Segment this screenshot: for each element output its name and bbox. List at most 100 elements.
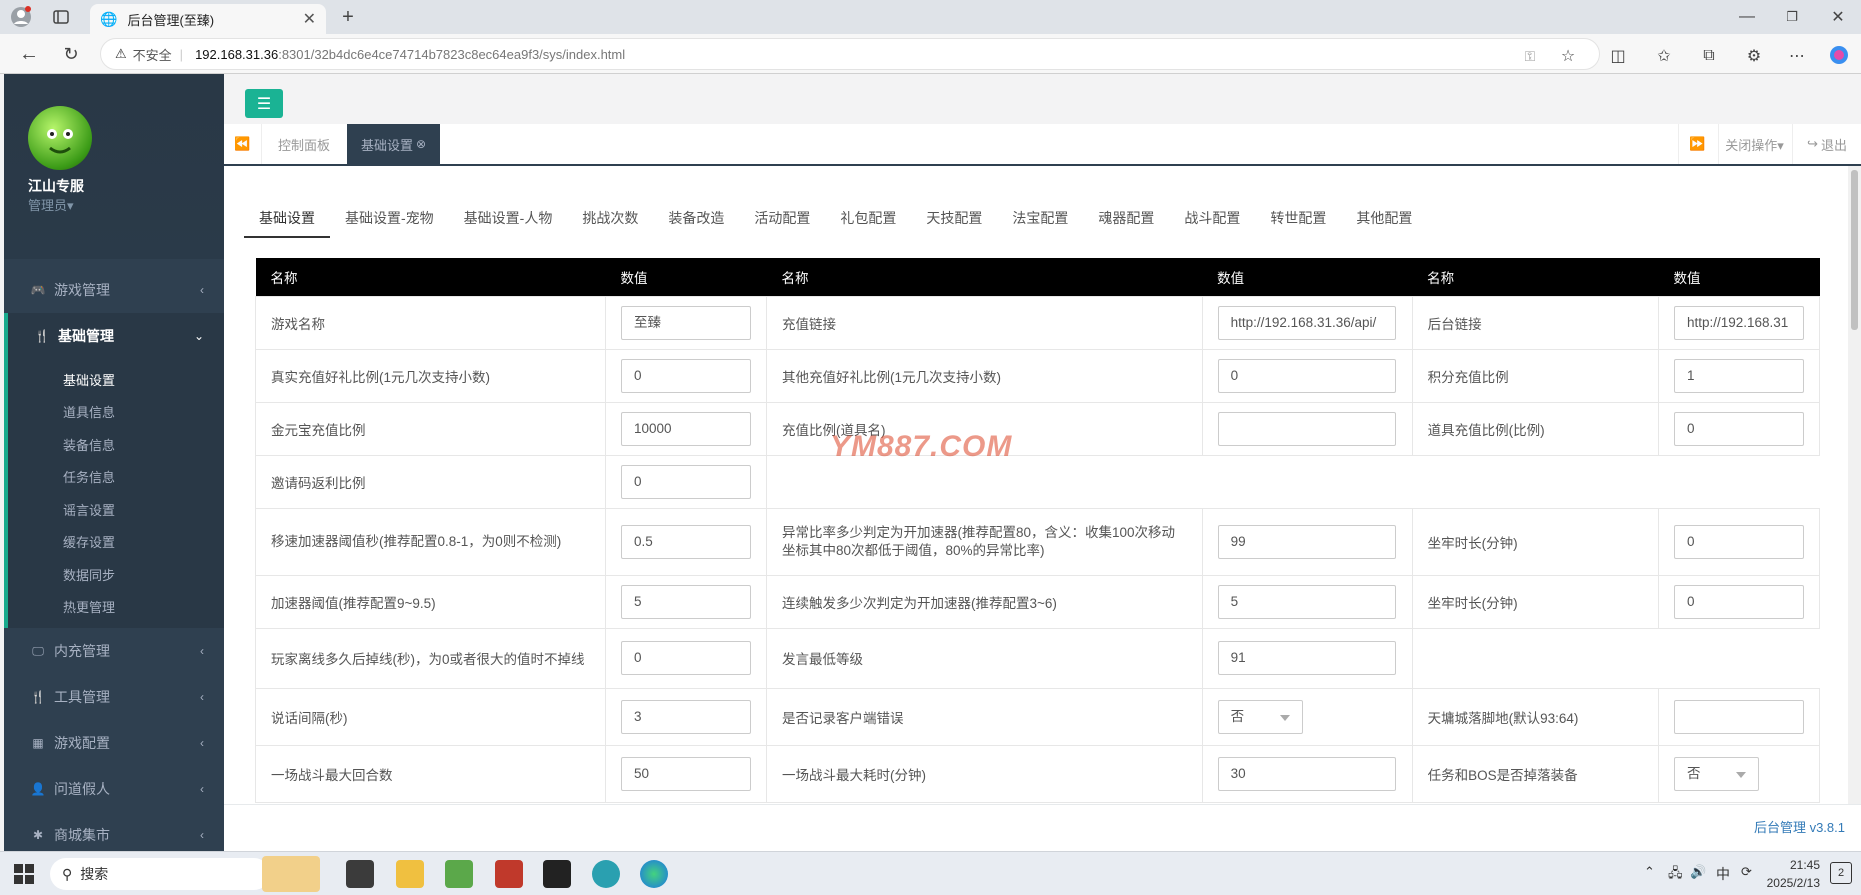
subtab-11[interactable]: 转世配置	[1255, 205, 1341, 238]
submenu-rumor-settings[interactable]: 谣言设置	[4, 494, 224, 527]
split-screen-icon[interactable]: ◫	[1606, 44, 1630, 68]
sync-icon[interactable]: ⟳	[1741, 864, 1752, 880]
tabs-scroll-right-icon[interactable]: ⏩	[1678, 124, 1716, 164]
setting-input[interactable]: 0	[1673, 524, 1804, 559]
tray-chevron-up-icon[interactable]: ⌃	[1644, 864, 1655, 880]
extensions-icon[interactable]: ⚙	[1742, 44, 1766, 68]
setting-input[interactable]: 0	[1673, 411, 1804, 446]
submenu-task-info[interactable]: 任务信息	[4, 462, 224, 495]
setting-input[interactable]: 0	[620, 358, 751, 393]
tabs-scroll-left-icon[interactable]: ⏪	[224, 124, 262, 164]
role-dropdown[interactable]: 管理员▾	[28, 195, 74, 214]
setting-input[interactable]: 5	[620, 584, 751, 619]
copilot-icon[interactable]	[1826, 42, 1852, 68]
subtab-5[interactable]: 活动配置	[739, 205, 825, 238]
subtab-2[interactable]: 基础设置-人物	[449, 205, 568, 238]
ime-indicator[interactable]: 中	[1716, 864, 1730, 884]
back-icon[interactable]: ←	[16, 42, 42, 66]
logout-button[interactable]: ↪ 退出	[1792, 124, 1861, 164]
setting-input[interactable]: 3	[620, 699, 751, 734]
key-icon[interactable]: ⚿	[1518, 44, 1542, 68]
setting-input[interactable]: 5	[1217, 584, 1396, 619]
close-window-icon[interactable]: ✕	[1826, 6, 1850, 28]
close-circle-icon[interactable]: ⊗	[416, 137, 426, 151]
setting-input[interactable]: 99	[1217, 524, 1396, 559]
terminal-icon[interactable]	[543, 860, 571, 888]
notification-badge[interactable]: 2	[1830, 862, 1852, 884]
setting-value-cell: 0	[1657, 507, 1821, 576]
more-icon[interactable]: ⋯	[1785, 44, 1809, 68]
setting-select[interactable]: 否	[1217, 699, 1303, 734]
setting-input[interactable]: http://192.168.31	[1673, 305, 1804, 340]
submenu-hotfix[interactable]: 热更管理	[4, 592, 224, 628]
refresh-icon[interactable]: ↻	[58, 42, 84, 66]
close-tab-icon[interactable]: ✕	[303, 9, 316, 29]
setting-input[interactable]: 0	[620, 641, 751, 675]
clock[interactable]: 21:45 2025/2/13	[1752, 856, 1820, 892]
edge-browser-icon[interactable]	[640, 860, 668, 888]
subtab-8[interactable]: 法宝配置	[997, 205, 1083, 238]
setting-input[interactable]: 91	[1217, 641, 1396, 675]
menu-game-config[interactable]: ▦ 游戏配置 ‹	[4, 720, 224, 766]
notepad-icon[interactable]	[445, 860, 473, 888]
subtab-6[interactable]: 礼包配置	[825, 205, 911, 238]
menu-tool-manage[interactable]: 🍴 工具管理 ‹	[4, 674, 224, 720]
app-icon[interactable]	[592, 860, 620, 888]
avatar[interactable]	[28, 106, 92, 170]
setting-select[interactable]: 否	[1673, 756, 1759, 791]
collections-icon[interactable]: ⧉	[1697, 44, 1721, 68]
menu-toggle-button[interactable]: ☰	[245, 89, 283, 118]
setting-input[interactable]: 1	[1673, 358, 1804, 393]
submenu-item-info[interactable]: 道具信息	[4, 397, 224, 430]
task-view-icon[interactable]	[346, 860, 374, 888]
setting-input[interactable]: 50	[620, 756, 751, 791]
setting-input[interactable]: 0.5	[620, 524, 751, 559]
url-input[interactable]: ⚠ 不安全 | 192.168.31.36 :8301/32b4dc6e4ce7…	[100, 38, 1600, 70]
radio-widget-icon[interactable]	[262, 856, 320, 892]
setting-input[interactable]: http://192.168.31.36/api/	[1217, 305, 1396, 340]
setting-input[interactable]	[1673, 699, 1804, 734]
subtab-4[interactable]: 装备改造	[653, 205, 739, 238]
profile-icon[interactable]	[8, 5, 34, 29]
favorites-icon[interactable]: ✩	[1652, 44, 1676, 68]
setting-input[interactable]	[1217, 411, 1396, 446]
setting-input[interactable]: 10000	[620, 411, 751, 446]
restore-icon[interactable]: ❐	[1780, 6, 1804, 28]
submenu-cache-settings[interactable]: 缓存设置	[4, 527, 224, 560]
subtab-7[interactable]: 天技配置	[911, 205, 997, 238]
subtab-3[interactable]: 挑战次数	[567, 205, 653, 238]
submenu-data-sync[interactable]: 数据同步	[4, 559, 224, 592]
setting-input[interactable]: 0	[1217, 358, 1396, 393]
menu-basic-manage[interactable]: 🍴 基础管理 ⌄	[4, 313, 224, 359]
volume-icon[interactable]: 🔊	[1690, 864, 1706, 880]
menu-fake-players[interactable]: 👤 问道假人 ‹	[4, 766, 224, 812]
close-operations-dropdown[interactable]: 关闭操作▾	[1718, 124, 1790, 164]
submenu-equip-info[interactable]: 装备信息	[4, 429, 224, 462]
new-tab-icon[interactable]: +	[336, 6, 360, 28]
browser-tab[interactable]: 🌐 后台管理(至臻) ✕	[90, 4, 326, 34]
subtab-12[interactable]: 其他配置	[1341, 205, 1427, 238]
taskbar-search[interactable]: ⚲ 搜索	[50, 858, 270, 890]
tab-dashboard[interactable]: 控制面板	[278, 124, 330, 164]
favorite-star-icon[interactable]: ☆	[1556, 44, 1580, 68]
tab-title: 后台管理(至臻)	[127, 12, 215, 28]
scrollbar-thumb[interactable]	[1851, 170, 1858, 330]
tab-basic-settings[interactable]: 基础设置 ⊗	[347, 124, 441, 164]
menu-game-manage[interactable]: 🎮 游戏管理 ‹	[4, 267, 224, 313]
tab-actions-icon[interactable]	[50, 7, 72, 27]
game-app-icon[interactable]	[495, 860, 523, 888]
file-explorer-icon[interactable]	[396, 860, 424, 888]
windows-start-icon[interactable]	[14, 864, 34, 887]
setting-input[interactable]: 30	[1217, 756, 1396, 791]
subtab-1[interactable]: 基础设置-宠物	[330, 205, 449, 238]
network-icon[interactable]: 🖧	[1668, 864, 1683, 886]
minimize-icon[interactable]: —	[1735, 6, 1759, 28]
subtab-0[interactable]: 基础设置	[244, 205, 330, 238]
subtab-10[interactable]: 战斗配置	[1169, 205, 1255, 238]
submenu-basic-settings[interactable]: 基础设置	[4, 359, 224, 397]
setting-input[interactable]: 0	[1673, 584, 1804, 619]
menu-recharge-manage[interactable]: 🖵 内充管理 ‹	[4, 628, 224, 674]
setting-input[interactable]: 0	[620, 464, 751, 499]
subtab-9[interactable]: 魂器配置	[1083, 205, 1169, 238]
setting-input[interactable]: 至臻	[620, 305, 751, 340]
